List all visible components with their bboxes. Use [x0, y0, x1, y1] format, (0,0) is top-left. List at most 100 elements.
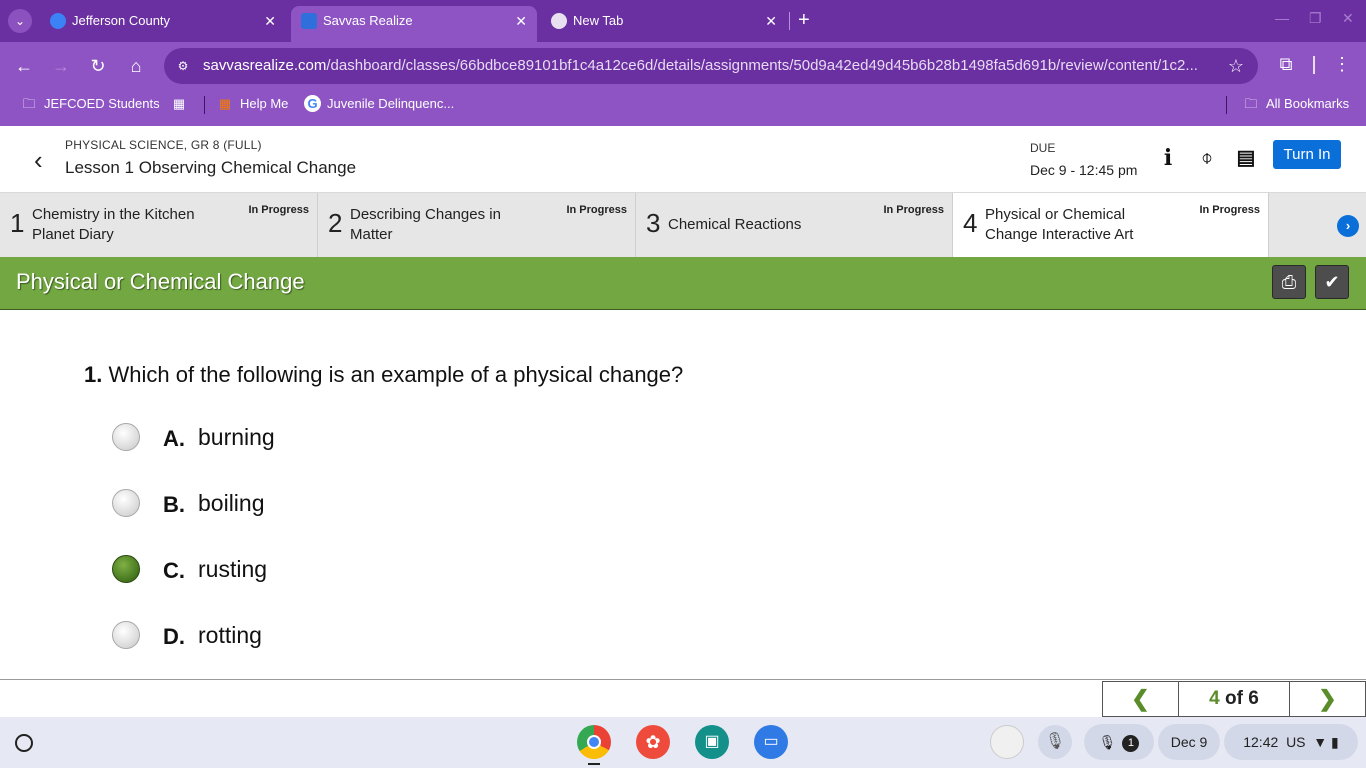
screen-capture-thumbnail-icon[interactable]	[990, 725, 1024, 759]
url-text[interactable]: savvasrealize.com/dashboard/classes/66bd…	[203, 48, 1213, 84]
onedrive-favicon-icon	[50, 13, 66, 29]
step-tab-2[interactable]: 2 Describing Changes in Matter In Progre…	[318, 193, 636, 257]
mic-tray-icon: 🎙	[1098, 734, 1117, 750]
bookmark-divider	[204, 96, 205, 114]
step-status: In Progress	[248, 204, 309, 216]
bookmark-label: Juvenile Delinquenc...	[327, 96, 455, 111]
bookmark-apps[interactable]: ▦	[170, 90, 194, 118]
choice-text: rusting	[198, 556, 268, 582]
step-title: Describing Changes in Matter	[350, 206, 501, 243]
bookmark-label: All Bookmarks	[1266, 96, 1350, 111]
minimize-icon[interactable]: —	[1275, 10, 1289, 26]
url-path: /dashboard/classes/66bdbce89101bf1c4a12c…	[326, 57, 1198, 74]
browser-tab-strip: ⌄ Jefferson County ✕ Savvas Realize ✕ Ne…	[0, 0, 1366, 42]
classroom-app-icon[interactable]: ▣	[695, 725, 729, 759]
wifi-icon: ▼	[1313, 734, 1328, 750]
back-icon[interactable]: ←	[10, 52, 38, 80]
step-status: In Progress	[566, 204, 627, 216]
choice-letter: C.	[163, 558, 185, 583]
chrome-menu-icon[interactable]: ⋮	[1332, 52, 1352, 76]
radio-button-selected[interactable]	[112, 555, 140, 583]
address-bar[interactable]: ⚙ savvasrealize.com/dashboard/classes/66…	[164, 48, 1258, 84]
tab-close-icon[interactable]: ✕	[515, 6, 527, 36]
tab-close-icon[interactable]: ✕	[264, 6, 276, 36]
step-tab-4[interactable]: 4 Physical or Chemical Change Interactiv…	[953, 193, 1269, 257]
restore-icon[interactable]: ❐	[1309, 10, 1322, 27]
choice-text: boiling	[198, 490, 265, 516]
choice-letter: B.	[163, 492, 185, 517]
window-close-icon[interactable]: ✕	[1342, 10, 1354, 27]
question-prompt: Which of the following is an example of …	[108, 362, 684, 387]
forward-icon[interactable]: →	[47, 52, 75, 80]
turn-in-button[interactable]: Turn In	[1273, 140, 1341, 169]
step-tab-1[interactable]: 1 Chemistry in the Kitchen Planet Diary …	[0, 193, 318, 257]
back-chevron-icon[interactable]: ‹	[34, 146, 54, 174]
bookmarks-bar: 🗀 JEFCOED Students ▦ ▦ Help Me G Juvenile D…	[0, 90, 1366, 126]
shelf-date: Dec 9	[1170, 734, 1208, 750]
apps-grid-icon: ▦	[172, 96, 186, 111]
attachment-icon[interactable]: ⌽	[1194, 144, 1220, 172]
home-icon[interactable]: ⌂	[122, 52, 150, 80]
new-tab-button[interactable]: +	[798, 8, 810, 32]
tab-search-icon[interactable]: ⌄	[8, 9, 32, 33]
radio-button[interactable]	[112, 423, 140, 451]
choice-c[interactable]: C. rusting	[112, 554, 312, 584]
bookmark-help-me[interactable]: ▦ Help Me	[216, 90, 289, 118]
launcher-icon[interactable]	[15, 734, 33, 752]
content-title: Physical or Chemical Change	[16, 269, 305, 294]
google-icon: G	[304, 95, 321, 112]
site-settings-icon[interactable]: ⚙	[174, 57, 192, 75]
tab-new-tab[interactable]: New Tab ✕	[541, 6, 787, 36]
choice-text: rotting	[198, 622, 262, 648]
previous-page-button[interactable]: ❮	[1102, 681, 1179, 717]
course-name: PHYSICAL SCIENCE, GR 8 (FULL)	[65, 138, 262, 152]
step-number: 2	[328, 208, 343, 238]
comment-icon[interactable]: ▤	[1233, 144, 1259, 172]
chrome-app-icon[interactable]	[577, 725, 611, 759]
checkmark-icon[interactable]: ✔	[1315, 265, 1349, 299]
step-number: 1	[10, 208, 25, 238]
choice-letter: A.	[163, 426, 185, 451]
url-host: savvasrealize.com	[203, 57, 327, 74]
steps-next-chevron-icon[interactable]: ›	[1337, 215, 1359, 237]
tab-title: Jefferson County	[72, 13, 171, 28]
choice-d[interactable]: D. rotting	[112, 620, 312, 650]
tab-close-icon[interactable]: ✕	[765, 6, 777, 36]
canvas-app-icon[interactable]: ✿	[636, 725, 670, 759]
date-tray[interactable]: Dec 9	[1158, 724, 1220, 760]
toolbar-divider	[1313, 56, 1315, 74]
all-bookmarks-button[interactable]: 🗀 All Bookmarks	[1242, 90, 1349, 118]
notification-tray[interactable]: 🎙 1	[1084, 724, 1154, 760]
choice-a[interactable]: A. burning	[112, 422, 312, 452]
bookmark-label: Help Me	[240, 96, 289, 111]
extensions-icon[interactable]: ⧉	[1274, 52, 1298, 76]
bookmark-jefcoed-students[interactable]: 🗀 JEFCOED Students	[20, 90, 160, 118]
step-status: In Progress	[1199, 204, 1260, 216]
bookmark-star-icon[interactable]: ☆	[1228, 48, 1244, 84]
print-icon[interactable]: ⎙	[1272, 265, 1306, 299]
folder-icon: 🗀	[22, 96, 36, 111]
info-icon[interactable]: i	[1155, 144, 1181, 172]
tab-jefferson-county[interactable]: Jefferson County ✕	[40, 6, 286, 36]
bookmark-label: JEFCOED Students	[44, 96, 160, 111]
next-page-button[interactable]: ❯	[1289, 681, 1366, 717]
shelf-time: 12:42	[1243, 734, 1279, 750]
radio-button[interactable]	[112, 489, 140, 517]
question-text: 1. Which of the following is an example …	[84, 362, 683, 388]
content-title-bar: Physical or Chemical Change ⎙ ✔	[0, 257, 1366, 310]
radio-button[interactable]	[112, 621, 140, 649]
files-app-icon[interactable]: ▭	[754, 725, 788, 759]
step-tab-3[interactable]: 3 Chemical Reactions In Progress	[636, 193, 953, 257]
lesson-title: Lesson 1 Observing Chemical Change	[65, 158, 357, 177]
step-number: 4	[963, 208, 978, 238]
status-tray[interactable]: 12:42 US ▼ ▮	[1224, 724, 1358, 760]
calendar-grid-icon: ▦	[218, 96, 232, 111]
choice-b[interactable]: B. boiling	[112, 488, 312, 518]
total-pages: of 6	[1225, 688, 1259, 709]
tab-savvas-realize[interactable]: Savvas Realize ✕	[291, 6, 537, 42]
step-title: Chemical Reactions	[668, 216, 802, 233]
lesson-steps: 1 Chemistry in the Kitchen Planet Diary …	[0, 193, 1366, 257]
bookmark-juvenile-delinquency[interactable]: G Juvenile Delinquenc...	[304, 90, 454, 118]
microphone-icon[interactable]: 🎙	[1038, 725, 1072, 759]
reload-icon[interactable]: ↻	[84, 52, 112, 80]
